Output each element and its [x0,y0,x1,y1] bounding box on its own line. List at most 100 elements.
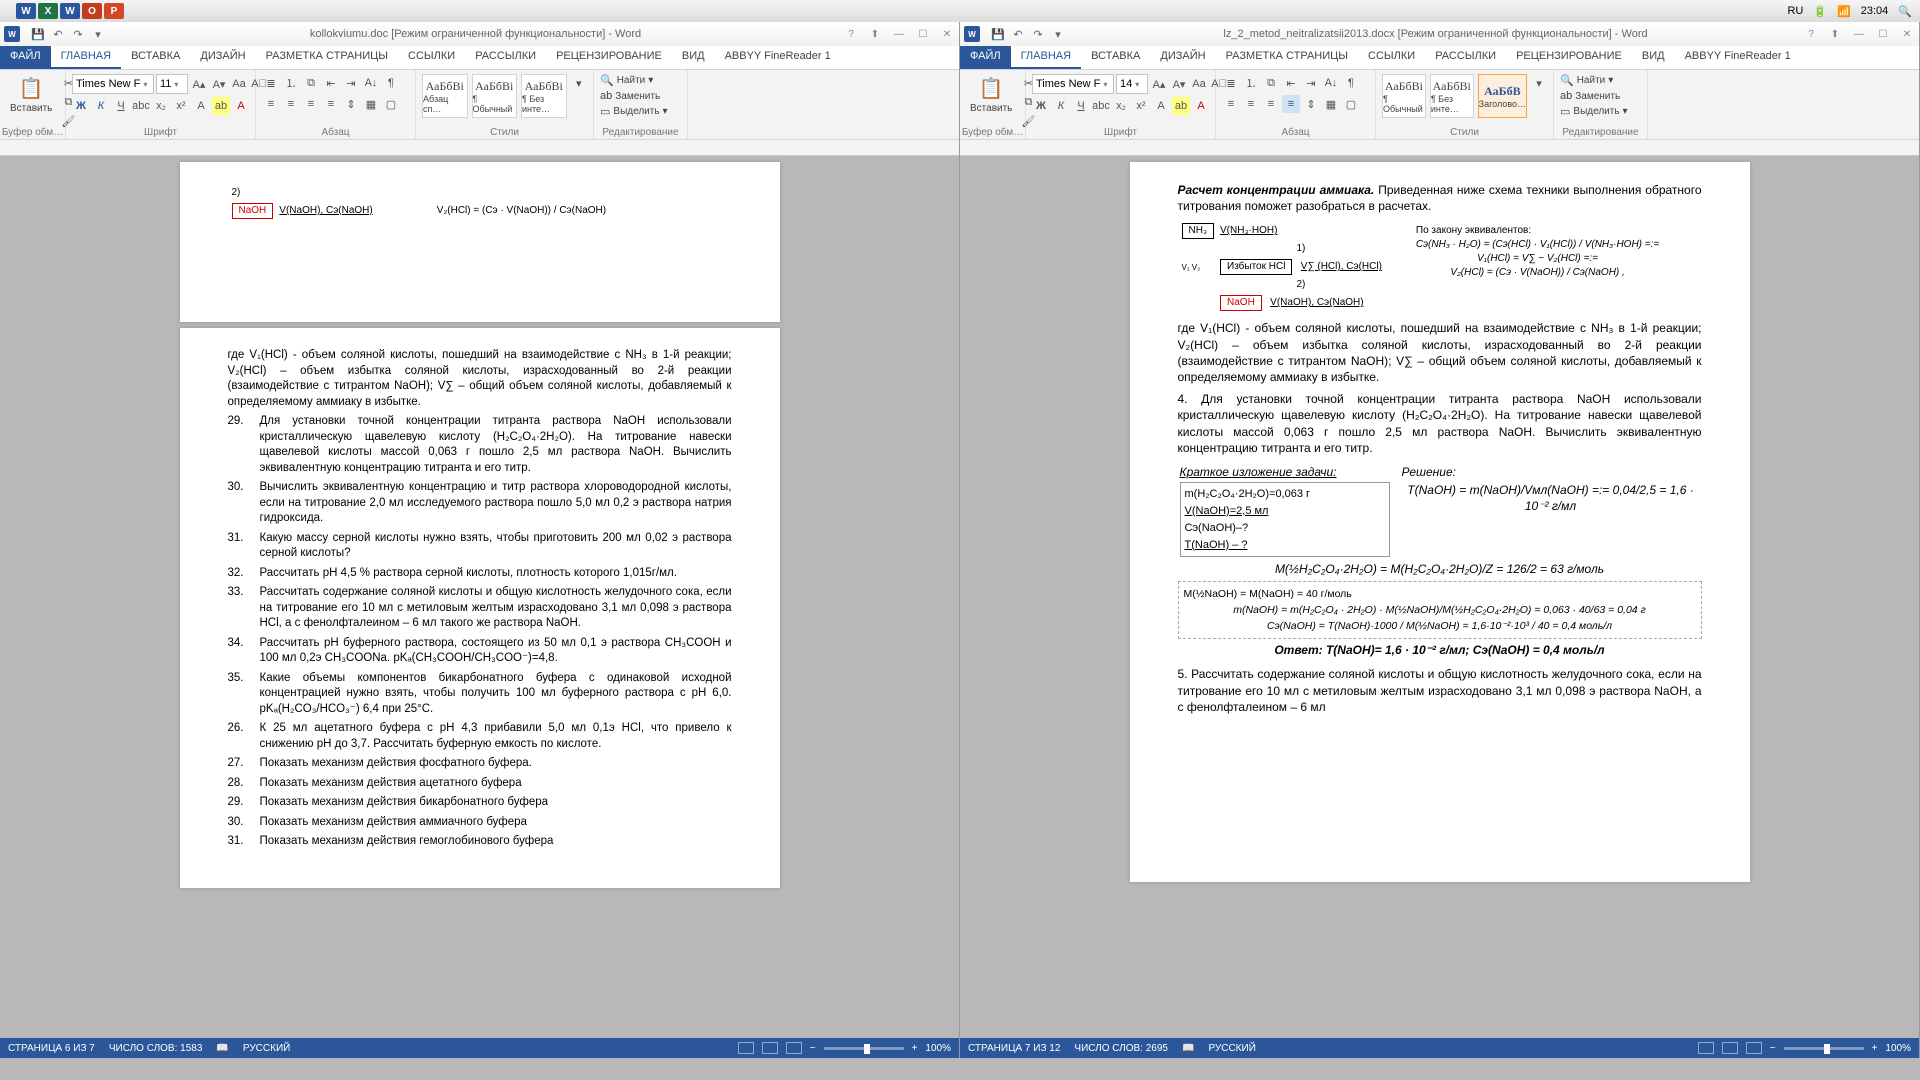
qat-dd-icon[interactable]: ▾ [1050,26,1066,42]
style-2[interactable]: АаБбВі¶ Обычный [472,74,518,118]
align-right-icon[interactable]: ≡ [302,95,320,113]
close-icon[interactable]: ✕ [1895,24,1919,44]
help-icon[interactable]: ? [1799,24,1823,44]
ruler[interactable] [960,140,1919,156]
save-icon[interactable]: 💾 [990,26,1006,42]
tab-file[interactable]: ФАЙЛ [0,46,51,69]
shading-icon[interactable]: ▦ [1322,95,1340,113]
tab-layout[interactable]: РАЗМЕТКА СТРАНИЦЫ [256,46,398,69]
tab-view[interactable]: ВИД [672,46,715,69]
align-center-icon[interactable]: ≡ [282,95,300,113]
style-3[interactable]: АаБбВЗаголово… [1478,74,1527,118]
style-1[interactable]: АаБбВі¶ Обычный [1382,74,1426,118]
italic-icon[interactable]: К [92,97,110,115]
zoom-out-icon[interactable]: − [1770,1043,1776,1054]
paste-button[interactable]: 📋Вставить [6,74,56,116]
tab-insert[interactable]: ВСТАВКА [1081,46,1150,69]
select-button[interactable]: ▭Выделить▾ [600,105,668,118]
underline-icon[interactable]: Ч [112,97,130,115]
style-3[interactable]: АаБбВі¶ Без инте… [521,74,567,118]
help-icon[interactable]: ? [839,24,863,44]
font-color-icon[interactable]: A [1192,97,1210,115]
dedent-icon[interactable]: ⇤ [1282,74,1300,92]
text-effects-icon[interactable]: A [192,97,210,115]
align-left-icon[interactable]: ≡ [262,95,280,113]
line-spacing-icon[interactable]: ⇕ [1302,95,1320,113]
tab-design[interactable]: ДИЗАЙН [190,46,255,69]
style-2[interactable]: АаБбВі¶ Без инте… [1430,74,1474,118]
document-area[interactable]: 2) NaOH V(NaOH), Cэ(NaOH) V₂(HCl) = (Cэ … [0,140,959,1038]
subscript-icon[interactable]: x₂ [152,97,170,115]
dedent-icon[interactable]: ⇤ [322,74,340,92]
zoom-value[interactable]: 100% [1885,1043,1911,1054]
document-area[interactable]: Расчет концентрации аммиака. Приведенная… [960,140,1919,1038]
zoom-in-icon[interactable]: + [912,1043,918,1054]
tab-insert[interactable]: ВСТАВКА [121,46,190,69]
strike-icon[interactable]: abc [1092,97,1110,115]
zoom-slider[interactable] [824,1047,904,1050]
styles-more-icon[interactable]: ▾ [571,74,588,92]
dock-opera-icon[interactable]: O [82,3,102,19]
lang-status[interactable]: РУССКИЙ [1208,1043,1255,1054]
select-button[interactable]: ▭Выделить▾ [1560,105,1628,118]
multilevel-icon[interactable]: ⧉ [302,74,320,92]
change-case-icon[interactable]: Aa [1190,75,1208,93]
tab-abbyy[interactable]: ABBYY FineReader 1 [1675,46,1801,69]
dock-word-icon[interactable]: W [16,3,36,19]
borders-icon[interactable]: ▢ [1342,95,1360,113]
tab-review[interactable]: РЕЦЕНЗИРОВАНИЕ [1506,46,1632,69]
tab-view[interactable]: ВИД [1632,46,1675,69]
spotlight-icon[interactable]: 🔍 [1898,5,1912,18]
maximize-icon[interactable]: ☐ [1871,24,1895,44]
undo-icon[interactable]: ↶ [50,26,66,42]
view-print-icon[interactable] [762,1042,778,1054]
bullets-icon[interactable]: ≣ [1222,74,1240,92]
font-color-icon[interactable]: A [232,97,250,115]
shading-icon[interactable]: ▦ [362,95,380,113]
showmarks-icon[interactable]: ¶ [1342,74,1360,92]
replace-button[interactable]: abЗаменить [1560,90,1620,102]
bold-icon[interactable]: Ж [1032,97,1050,115]
line-spacing-icon[interactable]: ⇕ [342,95,360,113]
change-case-icon[interactable]: Aa [230,75,248,93]
dock-excel-icon[interactable]: X [38,3,58,19]
justify-icon[interactable]: ≡ [322,95,340,113]
underline-icon[interactable]: Ч [1072,97,1090,115]
maximize-icon[interactable]: ☐ [911,24,935,44]
tab-file[interactable]: ФАЙЛ [960,46,1011,69]
tab-review[interactable]: РЕЦЕНЗИРОВАНИЕ [546,46,672,69]
redo-icon[interactable]: ↷ [70,26,86,42]
zoom-in-icon[interactable]: + [1872,1043,1878,1054]
tab-mailings[interactable]: РАССЫЛКИ [465,46,546,69]
ribbon-collapse-icon[interactable]: ⬆ [863,24,887,44]
bold-icon[interactable]: Ж [72,97,90,115]
align-center-icon[interactable]: ≡ [1242,95,1260,113]
sort-icon[interactable]: A↓ [1322,74,1340,92]
page-status[interactable]: СТРАНИЦА 7 ИЗ 12 [968,1043,1060,1054]
view-web-icon[interactable] [1746,1042,1762,1054]
ribbon-collapse-icon[interactable]: ⬆ [1823,24,1847,44]
view-read-icon[interactable] [1698,1042,1714,1054]
borders-icon[interactable]: ▢ [382,95,400,113]
find-button[interactable]: 🔍Найти▾ [1560,74,1613,87]
grow-font-icon[interactable]: A▴ [190,75,208,93]
qat-dd-icon[interactable]: ▾ [90,26,106,42]
superscript-icon[interactable]: x² [1132,97,1150,115]
grow-font-icon[interactable]: A▴ [1150,75,1168,93]
highlight-icon[interactable]: ab [1172,97,1190,115]
keyboard-lang[interactable]: RU [1787,5,1803,17]
redo-icon[interactable]: ↷ [1030,26,1046,42]
shrink-font-icon[interactable]: A▾ [1170,75,1188,93]
word-count[interactable]: ЧИСЛО СЛОВ: 2695 [1074,1043,1168,1054]
replace-button[interactable]: abЗаменить [600,90,660,102]
justify-icon[interactable]: ≡ [1282,95,1300,113]
view-print-icon[interactable] [1722,1042,1738,1054]
tab-mailings[interactable]: РАССЫЛКИ [1425,46,1506,69]
size-combo[interactable]: 11▾ [156,74,188,94]
close-icon[interactable]: ✕ [935,24,959,44]
align-left-icon[interactable]: ≡ [1222,95,1240,113]
word-count[interactable]: ЧИСЛО СЛОВ: 1583 [109,1043,203,1054]
paste-button[interactable]: 📋Вставить [966,74,1016,116]
styles-more-icon[interactable]: ▾ [1531,74,1547,92]
bullets-icon[interactable]: ≣ [262,74,280,92]
